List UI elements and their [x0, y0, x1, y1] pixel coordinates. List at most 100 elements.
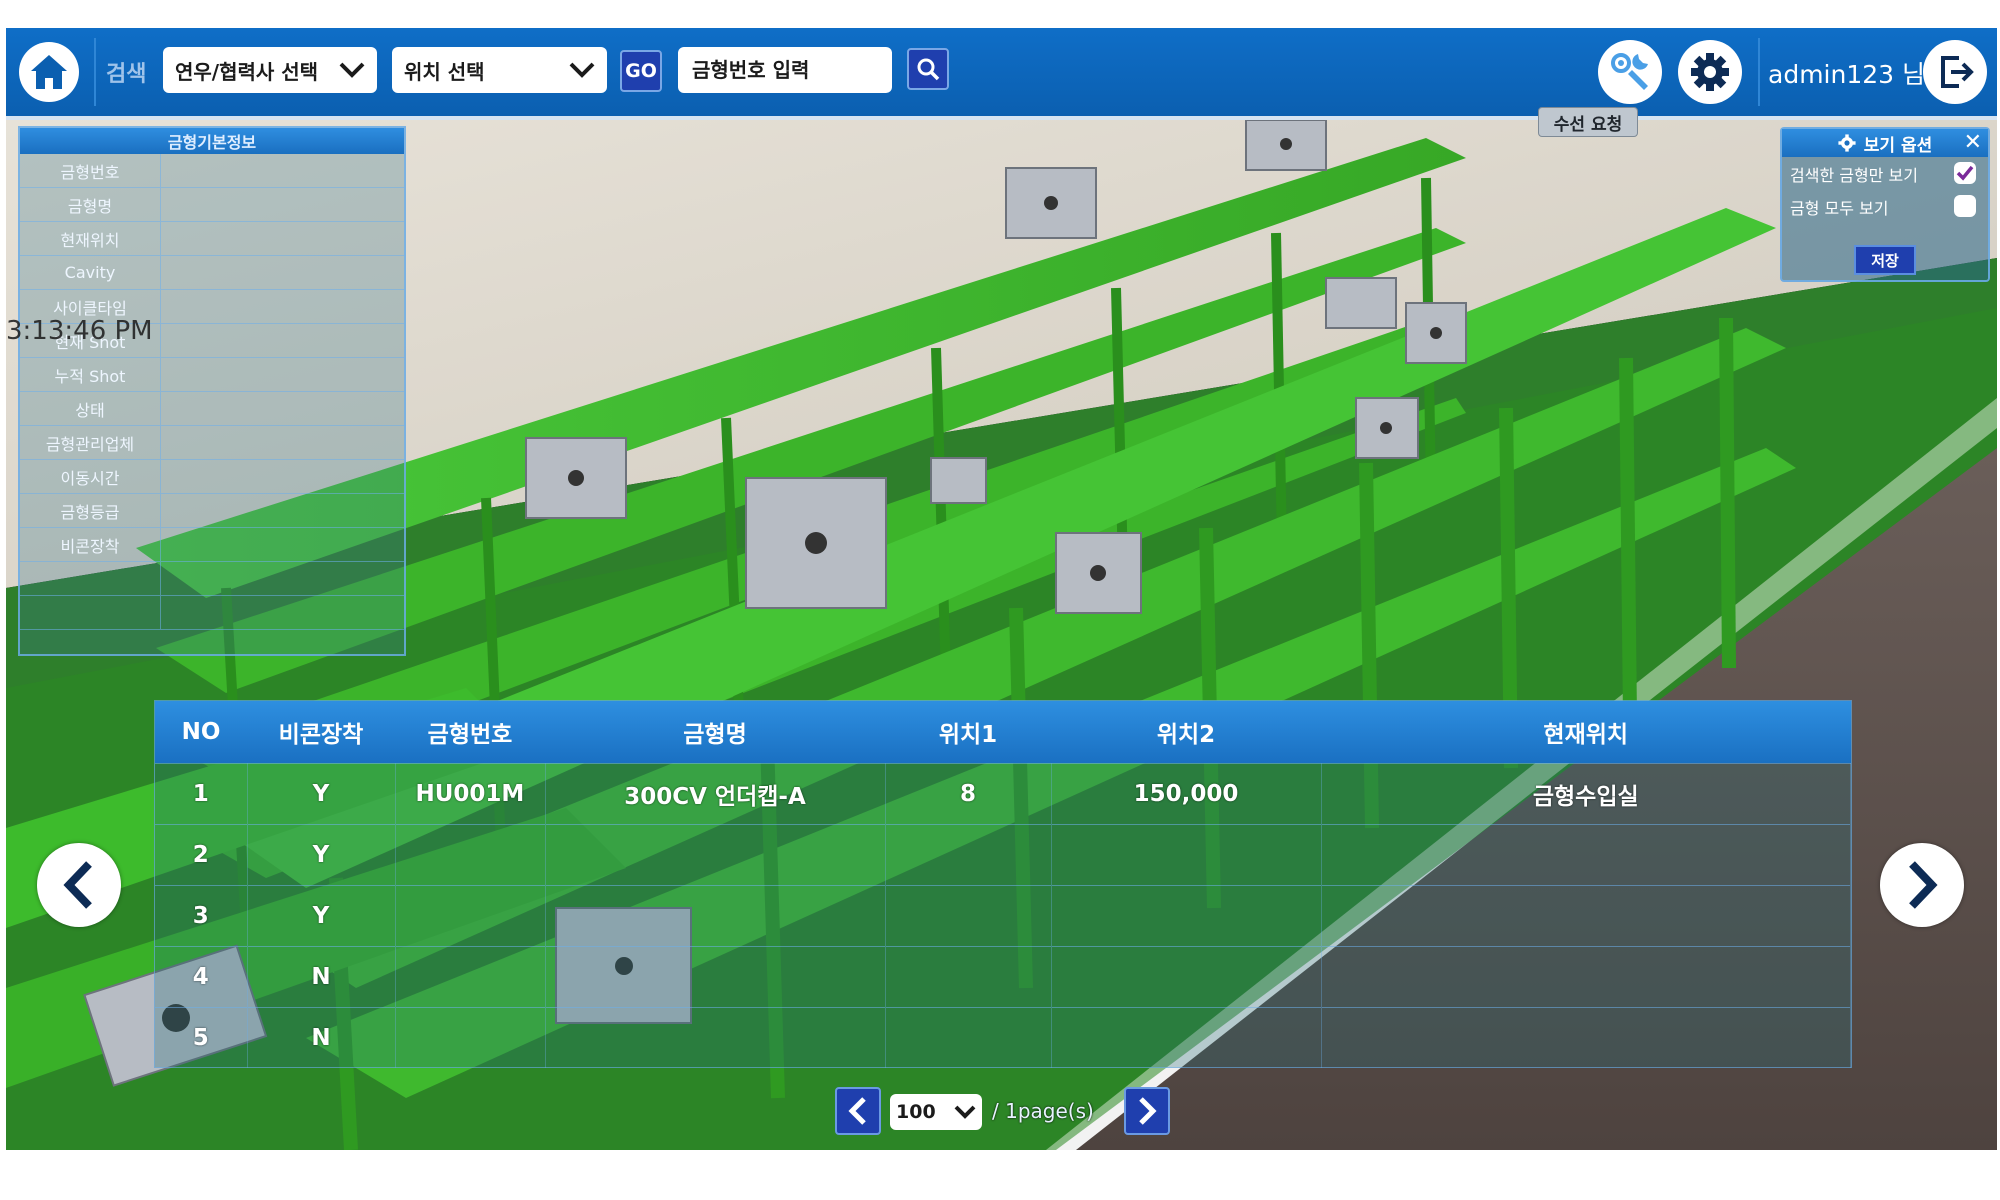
partner-select-value: 연우/협력사 선택 — [175, 59, 319, 84]
user-name: admin123 님 — [1768, 60, 1925, 89]
info-key: 금형명 — [20, 188, 161, 221]
info-key: 비콘장착 — [20, 528, 161, 561]
info-row: 금형명 — [20, 188, 404, 222]
clock-time: 3:13:46 PM — [6, 316, 153, 346]
check-icon — [1956, 165, 1974, 181]
search-button[interactable] — [907, 48, 949, 90]
info-row: 이동시간 — [20, 460, 404, 494]
info-key: 이동시간 — [20, 460, 161, 493]
cell-location1 — [885, 884, 1052, 946]
cell-no: 1 — [155, 762, 248, 824]
logout-icon — [1941, 56, 1974, 88]
logout-button[interactable] — [1923, 40, 1987, 104]
option-label: 금형 모두 보기 — [1790, 198, 1889, 218]
cell-mold-number — [395, 884, 546, 946]
location-select-value: 위치 선택 — [404, 59, 485, 84]
cell-beacon: Y — [247, 823, 396, 885]
info-row — [20, 562, 404, 596]
page-size-select[interactable]: 100 — [890, 1094, 982, 1130]
next-mold-button[interactable] — [1880, 843, 1964, 927]
previous-mold-button[interactable] — [37, 843, 121, 927]
repair-request-tooltip: 수선 요청 — [1538, 107, 1638, 137]
go-button[interactable]: GO — [620, 50, 662, 92]
info-row: Cavity — [20, 256, 404, 290]
col-header[interactable]: 현재위치 — [1321, 701, 1851, 763]
mold-basic-info-panel: 금형기본정보 금형번호 금형명 현재위치 Cavity 사이클타임 현재 Sho… — [18, 126, 406, 656]
cell-current-location — [1321, 823, 1851, 885]
table-row[interactable]: 2 Y — [155, 823, 1851, 885]
cell-location2 — [1051, 1006, 1322, 1068]
table-row[interactable]: 1 Y HU001M 300CV 언더캡-A 8 150,000 금형수입실 — [155, 762, 1851, 824]
divider — [1758, 38, 1760, 106]
table-row[interactable]: 5 N — [155, 1006, 1851, 1068]
divider — [94, 38, 96, 106]
top-bar: 검색 연우/협력사 선택 위치 선택 GO 금형번호 입력 admin123 님 — [6, 28, 1997, 120]
view-options-panel: 보기 옵션 ✕ 검색한 금형만 보기 금형 모두 보기 저장 — [1780, 127, 1990, 282]
settings-button[interactable] — [1678, 40, 1742, 104]
chevron-left-icon — [848, 1097, 866, 1125]
chevron-down-icon — [954, 1105, 976, 1119]
repair-request-button[interactable] — [1598, 40, 1662, 104]
cell-location1: 8 — [885, 762, 1052, 824]
info-key: 누적 Shot — [20, 358, 161, 391]
cell-beacon: Y — [247, 884, 396, 946]
searched-only-checkbox[interactable] — [1954, 162, 1976, 184]
col-header[interactable]: 위치1 — [885, 701, 1051, 763]
chevron-down-icon — [569, 62, 595, 78]
show-all-checkbox[interactable] — [1954, 195, 1976, 217]
mold-number-input[interactable] — [678, 47, 892, 93]
partner-select[interactable]: 연우/협력사 선택 — [163, 47, 377, 93]
chevron-right-icon — [1139, 1097, 1157, 1125]
info-row — [20, 596, 404, 630]
page-count: / 1page(s) — [992, 1099, 1094, 1123]
col-header[interactable]: 비콘장착 — [247, 701, 395, 763]
table-row[interactable]: 3 Y — [155, 884, 1851, 946]
info-row: 금형관리업체 — [20, 426, 404, 460]
cell-no: 5 — [155, 1006, 248, 1068]
col-header[interactable]: 금형명 — [545, 701, 885, 763]
info-key — [20, 562, 161, 595]
location-select[interactable]: 위치 선택 — [392, 47, 607, 93]
app-frame: 검색 연우/협력사 선택 위치 선택 GO 금형번호 입력 admin123 님… — [6, 28, 1997, 1150]
page-next-button[interactable] — [1124, 1087, 1170, 1135]
info-row: 비콘장착 — [20, 528, 404, 562]
cell-mold-name — [545, 1006, 886, 1068]
info-row: 누적 Shot — [20, 358, 404, 392]
cell-location2 — [1051, 945, 1322, 1007]
mold-list-table: NO 비콘장착 금형번호 금형명 위치1 위치2 현재위치 1 Y HU001M… — [154, 700, 1852, 1068]
cell-mold-number — [395, 823, 546, 885]
cell-mold-number: HU001M — [395, 762, 546, 824]
info-row: 상태 — [20, 392, 404, 426]
home-icon — [31, 55, 67, 89]
cell-location2: 150,000 — [1051, 762, 1322, 824]
table-row[interactable]: 4 N — [155, 945, 1851, 1007]
option-show-all[interactable]: 금형 모두 보기 — [1782, 190, 1988, 223]
cell-location2 — [1051, 823, 1322, 885]
option-searched-only[interactable]: 검색한 금형만 보기 — [1782, 157, 1988, 190]
cell-current-location — [1321, 945, 1851, 1007]
option-label: 검색한 금형만 보기 — [1790, 165, 1918, 185]
info-row: 현재위치 — [20, 222, 404, 256]
cell-mold-number — [395, 1006, 546, 1068]
close-icon[interactable]: ✕ — [1964, 130, 1982, 155]
save-button[interactable]: 저장 — [1854, 245, 1916, 275]
page-prev-button[interactable] — [835, 1087, 881, 1135]
search-icon — [917, 58, 940, 81]
info-row: 금형번호 — [20, 154, 404, 188]
cell-mold-name — [545, 945, 886, 1007]
cell-no: 2 — [155, 823, 248, 885]
home-button[interactable] — [19, 42, 79, 102]
info-key: 금형번호 — [20, 154, 161, 187]
cell-mold-name — [545, 884, 886, 946]
col-header[interactable]: NO — [155, 701, 247, 763]
col-header[interactable]: 금형번호 — [395, 701, 545, 763]
info-panel-title: 금형기본정보 — [20, 128, 404, 154]
info-key: 상태 — [20, 392, 161, 425]
chevron-down-icon — [339, 62, 365, 78]
chevron-right-icon — [1909, 861, 1938, 909]
cell-current-location — [1321, 1006, 1851, 1068]
col-header[interactable]: 위치2 — [1051, 701, 1321, 763]
cell-mold-name: 300CV 언더캡-A — [545, 762, 886, 824]
wrench-gear-icon — [1611, 53, 1648, 90]
info-key — [20, 596, 161, 629]
